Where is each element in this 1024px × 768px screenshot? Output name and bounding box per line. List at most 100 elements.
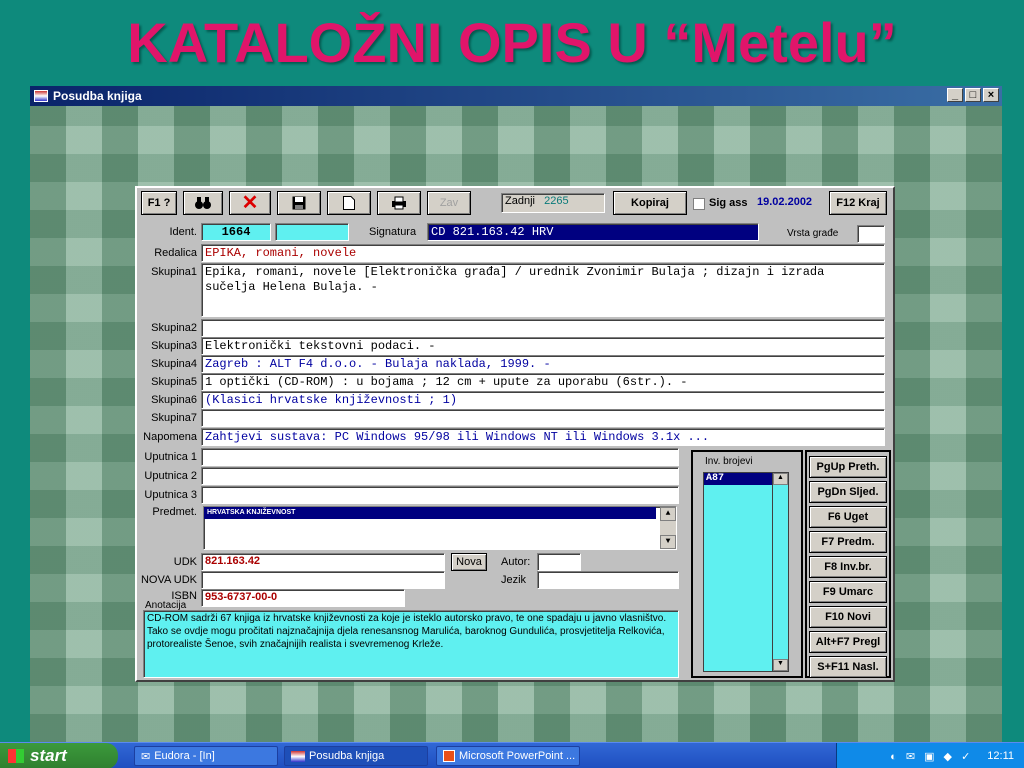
new-page-icon (343, 196, 355, 210)
signatura-field[interactable]: CD 821.163.42 HRV (427, 223, 759, 241)
autor-label: Autor: (501, 556, 531, 568)
f6-uget-button[interactable]: F6 Uget (809, 506, 887, 528)
nova-udk-label: NOVA UDK (140, 574, 197, 586)
redalica-label: Redalica (154, 247, 197, 259)
skupina4-label: Skupina4 (151, 358, 197, 370)
task-eudora-label: Eudora - [In] (154, 750, 215, 762)
altf7-pregl-button[interactable]: Alt+F7 Pregl (809, 631, 887, 653)
f10-novi-button[interactable]: F10 Novi (809, 606, 887, 628)
maximize-button[interactable]: □ (965, 88, 981, 102)
skupina7-field[interactable] (201, 409, 885, 427)
skupina4-field[interactable]: Zagreb : ALT F4 d.o.o. - Bulaja naklada,… (201, 355, 885, 373)
inventory-item[interactable]: A87 (704, 473, 772, 485)
tray-icons[interactable]: ◐ ✉ ▣ ◆ ✓ (890, 750, 973, 763)
skupina7-label: Skupina7 (151, 412, 197, 424)
help-button[interactable]: F1 ? (141, 191, 177, 215)
print-button[interactable] (377, 191, 421, 215)
inv-brojevi-label: Inv. brojevi (705, 456, 753, 467)
window-title: Posudba knjiga (53, 89, 142, 103)
uputnica3-label: Uputnica 3 (144, 489, 197, 501)
skupina2-field[interactable] (201, 319, 885, 337)
scroll-up-icon[interactable]: ▲ (660, 507, 676, 521)
task-powerpoint[interactable]: Microsoft PowerPoint ... (436, 746, 580, 766)
clock: 12:11 (987, 750, 1014, 762)
catalog-form: F1 ? ✕ Zav Zadnji 2265 Kopiraj Sig ass 1… (135, 186, 895, 682)
inv-scroll-up-icon[interactable]: ▲ (773, 473, 788, 485)
predmet-label: Predmet. (152, 506, 197, 518)
f12-exit-button[interactable]: F12 Kraj (829, 191, 887, 215)
pgup-prev-button[interactable]: PgUp Preth. (809, 456, 887, 478)
predmet-list[interactable]: HRVATSKA KNJIŽEVNOST ▲ ▼ (203, 506, 677, 550)
inventory-list[interactable]: A87 ▲ ▼ (703, 472, 789, 672)
uputnica2-label: Uputnica 2 (144, 470, 197, 482)
task-eudora[interactable]: ✉ Eudora - [In] (134, 746, 278, 766)
new-document-button[interactable] (327, 191, 371, 215)
zadnji-box: Zadnji 2265 (501, 193, 605, 213)
taskbar: start ✉ Eudora - [In] Posudba knjiga Mic… (0, 742, 1024, 768)
ident-field[interactable]: 1664 (201, 223, 271, 241)
jezik-label: Jezik (501, 574, 527, 586)
printer-icon (392, 196, 406, 210)
inv-scroll-down-icon[interactable]: ▼ (773, 659, 788, 671)
window-background: F1 ? ✕ Zav Zadnji 2265 Kopiraj Sig ass 1… (30, 106, 1002, 742)
uputnica2-field[interactable] (201, 467, 679, 485)
skupina3-label: Skupina3 (151, 340, 197, 352)
task-posudba[interactable]: Posudba knjiga (284, 746, 428, 766)
binoculars-search-button[interactable] (183, 191, 223, 215)
save-button[interactable] (277, 191, 321, 215)
start-button[interactable]: start (0, 743, 118, 768)
predmet-scrollbar[interactable]: ▲ ▼ (660, 507, 676, 549)
app-window: Posudba knjiga _ □ × F1 ? ✕ Zav Zadnji 2… (30, 86, 1002, 742)
system-tray: ◐ ✉ ▣ ◆ ✓ 12:11 (836, 743, 1024, 768)
uputnica3-field[interactable] (201, 486, 679, 504)
uputnica1-field[interactable] (201, 448, 679, 466)
nova-udk-field[interactable] (201, 571, 445, 589)
autor-field[interactable] (537, 553, 581, 571)
ident-label: Ident. (169, 226, 197, 238)
nova-udk-button[interactable]: Nova (451, 553, 487, 571)
predmet-item[interactable]: HRVATSKA KNJIŽEVNOST (204, 507, 656, 519)
skupina5-field[interactable]: 1 optički (CD-ROM) : u bojama ; 12 cm + … (201, 373, 885, 391)
app-icon (34, 90, 48, 102)
slide-title: KATALOŽNI OPIS U “Metelu” (127, 11, 897, 74)
udk-label: UDK (173, 556, 197, 568)
window-titlebar[interactable]: Posudba knjiga _ □ × (30, 86, 1002, 106)
anotacija-field[interactable]: CD-ROM sadrži 67 knjiga iz hrvatske knji… (143, 610, 679, 678)
minimize-button[interactable]: _ (947, 88, 963, 102)
f7-predm-button[interactable]: F7 Predm. (809, 531, 887, 553)
inventory-panel: Inv. brojevi A87 ▲ ▼ (691, 450, 803, 678)
skupina1-label: Skupina1 (151, 266, 197, 278)
skupina5-label: Skupina5 (151, 376, 197, 388)
vrsta-grade-field[interactable] (857, 225, 885, 243)
redalica-field[interactable]: EPIKA, romani, novele (201, 244, 885, 262)
skupina6-label: Skupina6 (151, 394, 197, 406)
skupina3-field[interactable]: Elektronički tekstovni podaci. - (201, 337, 885, 355)
skupina6-field[interactable]: (Klasici hrvatske književnosti ; 1) (201, 391, 885, 409)
eudora-icon: ✉ (141, 750, 151, 763)
powerpoint-icon (443, 750, 455, 762)
udk-field[interactable]: 821.163.42 (201, 553, 445, 571)
f8-invbr-button[interactable]: F8 Inv.br. (809, 556, 887, 578)
inventory-scrollbar[interactable]: ▲ ▼ (772, 473, 788, 671)
start-label: start (30, 746, 67, 765)
zadnji-value: 2265 (544, 195, 569, 207)
task-powerpoint-label: Microsoft PowerPoint ... (459, 750, 576, 762)
sig-ass-label: Sig ass (709, 197, 748, 209)
jezik-field[interactable] (537, 571, 679, 589)
skupina1-field[interactable]: Epika, romani, novele [Elektronička građ… (201, 263, 885, 317)
sig-ass-checkbox[interactable] (693, 198, 705, 210)
napomena-field[interactable]: Zahtjevi sustava: PC Windows 95/98 ili W… (201, 428, 885, 446)
delete-button[interactable]: ✕ (229, 191, 271, 215)
binoculars-icon (195, 197, 211, 209)
isbn-field[interactable]: 953-6737-00-0 (201, 589, 405, 607)
uputnica1-label: Uputnica 1 (144, 451, 197, 463)
pgdn-next-button[interactable]: PgDn Sljed. (809, 481, 887, 503)
scroll-down-icon[interactable]: ▼ (660, 535, 676, 549)
ident-extra-field[interactable] (275, 223, 349, 241)
sf11-nasl-button[interactable]: S+F11 Nasl. (809, 656, 887, 678)
zav-button[interactable]: Zav (427, 191, 471, 215)
napomena-label: Napomena (143, 431, 197, 443)
kopiraj-button[interactable]: Kopiraj (613, 191, 687, 215)
close-button[interactable]: × (983, 88, 999, 102)
f9-umarc-button[interactable]: F9 Umarc (809, 581, 887, 603)
